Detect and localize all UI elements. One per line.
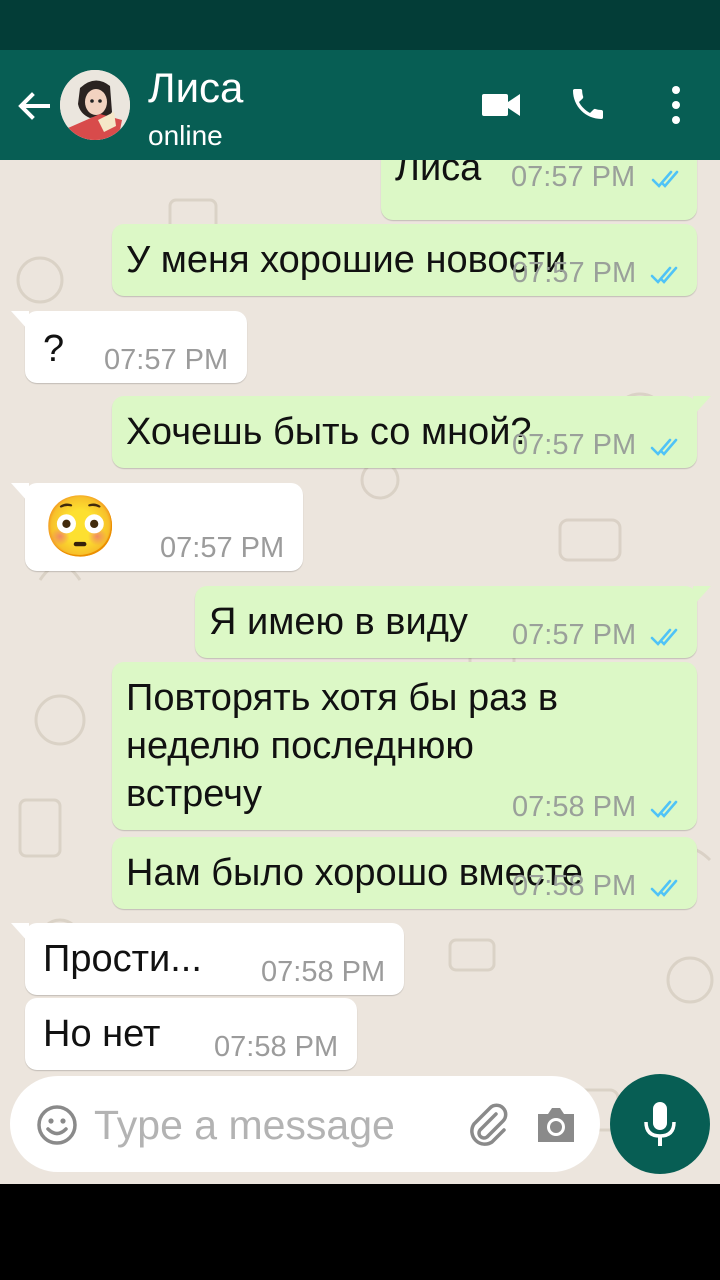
message-time: 07:57 PM	[104, 344, 229, 376]
paperclip-icon[interactable]	[466, 1102, 512, 1148]
status-bar	[0, 0, 720, 50]
message-time: 07:57 PM	[160, 532, 285, 564]
message-text: ?	[43, 328, 65, 370]
message-text: неделю последнюю	[126, 725, 474, 767]
outgoing-message[interactable]: Нам было хорошо вместе 07:58 PM	[112, 837, 697, 909]
message-input-bar	[10, 1076, 600, 1172]
double-check-icon	[650, 266, 678, 284]
message-text: встречу	[126, 773, 262, 815]
chat-area[interactable]: Лиса 07:57 PM У меня хорошие новости 07:57 …	[0, 160, 720, 1184]
incoming-message[interactable]: Но нет 07:58 PM	[25, 998, 357, 1070]
message-time: 07:58 PM	[512, 791, 637, 823]
outgoing-message[interactable]: Лиса 07:57 PM	[381, 160, 697, 220]
double-check-icon	[650, 800, 678, 818]
double-check-icon	[650, 628, 678, 646]
navigation-bar	[0, 1184, 720, 1280]
bubble-tail	[693, 586, 711, 606]
outgoing-message[interactable]: Я имею в виду 07:57 PM	[195, 586, 711, 658]
emoji-message: 😳	[43, 493, 118, 560]
double-check-icon	[650, 879, 678, 897]
outgoing-message[interactable]: У меня хорошие новости 07:57 PM	[112, 224, 697, 296]
emoji-icon[interactable]	[36, 1104, 78, 1146]
message-time: 07:58 PM	[214, 1031, 339, 1063]
double-check-icon	[650, 438, 678, 456]
bubble-tail	[693, 396, 711, 416]
outgoing-message[interactable]: Хочешь быть со мной? 07:57 PM	[112, 396, 711, 468]
mic-icon	[644, 1102, 676, 1146]
message-time: 07:57 PM	[512, 619, 637, 651]
message-text: Но нет	[43, 1013, 161, 1055]
video-call-icon[interactable]	[480, 88, 522, 122]
message-time: 07:58 PM	[261, 956, 386, 988]
outgoing-message[interactable]: Повторять хотя бы раз в неделю последнюю в…	[112, 662, 697, 830]
incoming-message[interactable]: ? 07:57 PM	[11, 311, 247, 383]
message-time: 07:57 PM	[512, 429, 637, 461]
message-text: У меня хорошие новости	[126, 239, 567, 281]
message-time: 07:57 PM	[511, 161, 636, 193]
voice-message-button[interactable]	[610, 1074, 710, 1174]
chat-header: Лиса online	[0, 50, 720, 160]
phone-icon[interactable]	[568, 84, 608, 124]
message-input[interactable]	[92, 1096, 456, 1154]
double-check-icon	[651, 170, 679, 188]
message-text: Повторять хотя бы раз в	[126, 677, 559, 719]
contact-name[interactable]: Лиса	[148, 64, 243, 112]
incoming-message[interactable]: 😳 07:57 PM	[11, 483, 303, 571]
camera-icon[interactable]	[534, 1104, 578, 1146]
avatar[interactable]	[60, 70, 130, 140]
message-text: Лиса	[395, 160, 482, 189]
bubble-tail	[11, 483, 29, 503]
bubble-tail	[11, 311, 29, 331]
message-text: Хочешь быть со мной?	[126, 411, 532, 453]
incoming-message[interactable]: Прости... 07:58 PM	[11, 923, 404, 995]
more-vert-icon[interactable]	[664, 84, 688, 126]
message-text: Прости...	[43, 938, 202, 980]
message-time: 07:57 PM	[512, 257, 637, 289]
arrow-left-icon[interactable]	[14, 86, 54, 126]
bubble-tail	[11, 923, 29, 943]
message-time: 07:58 PM	[512, 870, 637, 902]
contact-status: online	[148, 120, 223, 151]
message-text: Я имею в виду	[209, 601, 468, 643]
